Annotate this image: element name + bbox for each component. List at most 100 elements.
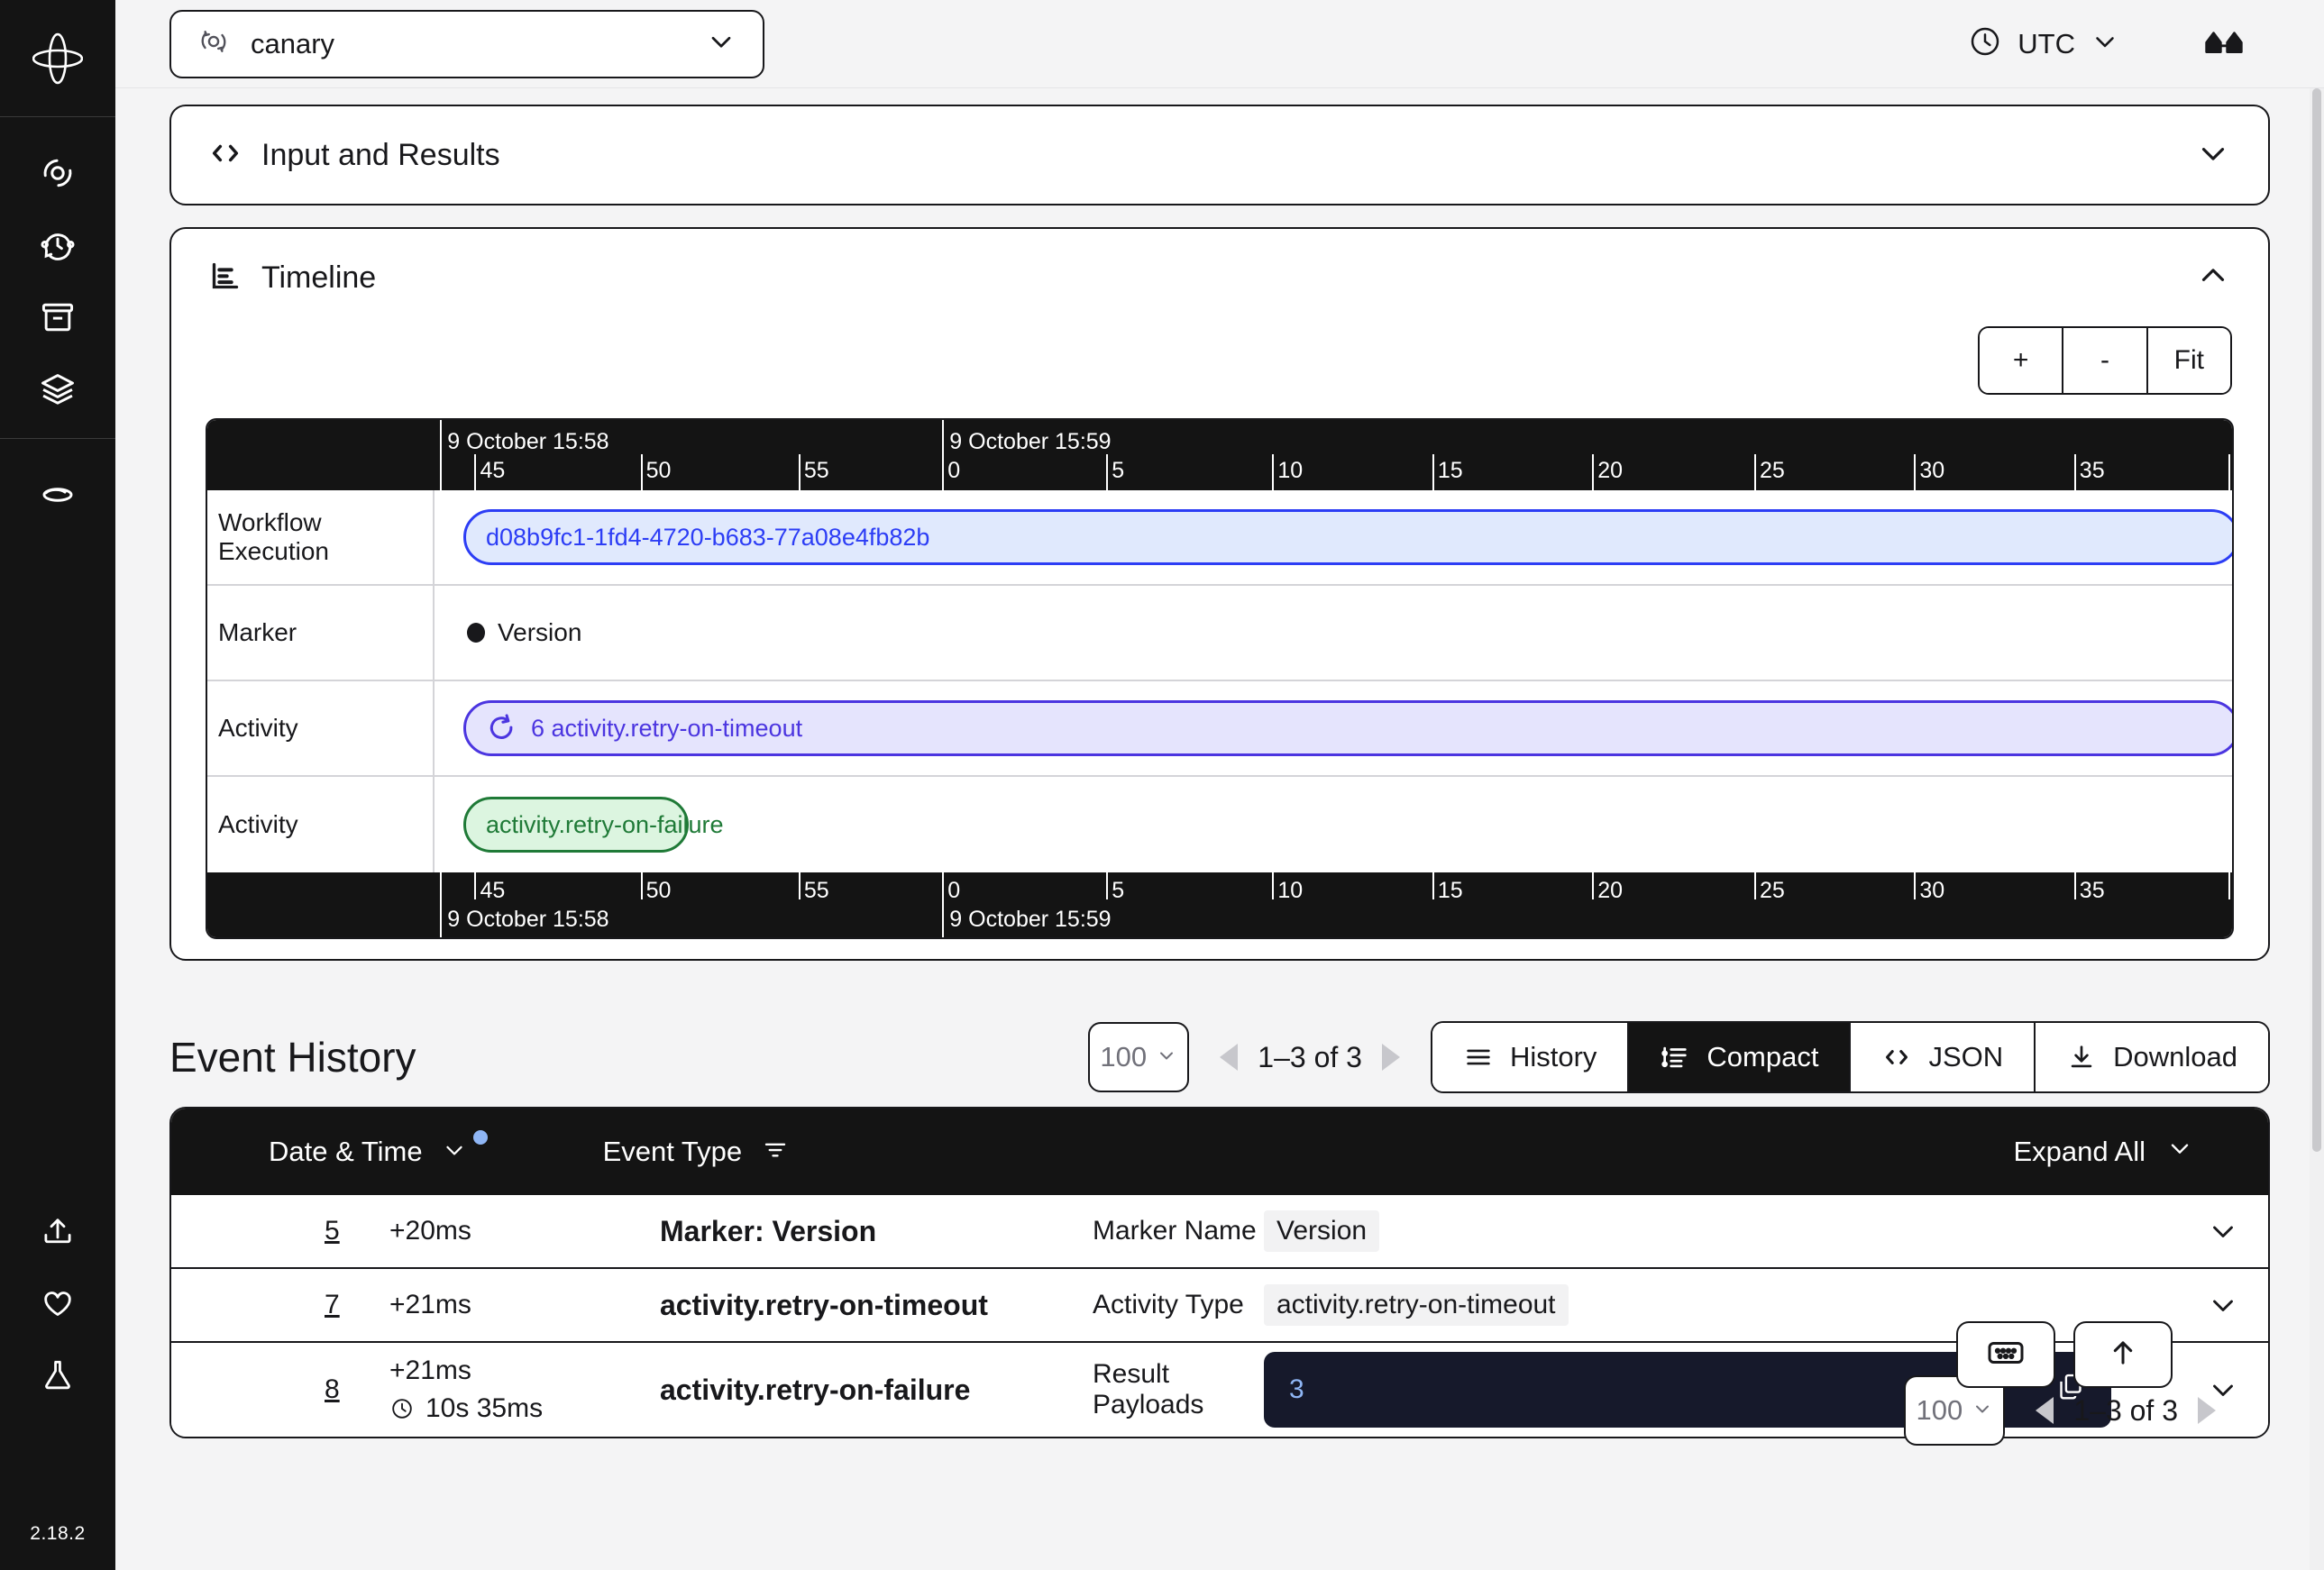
namespace-value: canary bbox=[251, 28, 705, 60]
event-relative-time: +21ms bbox=[389, 1290, 660, 1320]
column-header-date-time[interactable]: Date & Time bbox=[269, 1136, 468, 1168]
heart-icon bbox=[39, 1284, 77, 1322]
chevron-up-icon[interactable] bbox=[2194, 257, 2232, 299]
timeline-ruler-bottom: 9 October 15:589 October 15:594550550510… bbox=[207, 872, 2232, 937]
timeline-tick-label: 15 bbox=[1432, 458, 1463, 484]
expand-all-button[interactable]: Expand All bbox=[2014, 1134, 2195, 1170]
timeline-tick-label: 10 bbox=[1272, 878, 1303, 904]
table-header: Date & Time Event Type Expand All bbox=[171, 1109, 2268, 1195]
event-history-section: Event History 100 1–3 of 3 HistoryCompac… bbox=[169, 1008, 2270, 1438]
tab-label: Download bbox=[2113, 1041, 2237, 1073]
timeline-tick-label: 20 bbox=[1592, 458, 1623, 484]
tab-compact[interactable]: Compact bbox=[1627, 1023, 1849, 1091]
nav-secondary-group bbox=[0, 459, 115, 531]
keyboard-shortcuts-button[interactable] bbox=[1956, 1321, 2055, 1388]
column-header-event-type[interactable]: Event Type bbox=[603, 1136, 790, 1168]
zoom-in-button[interactable]: + bbox=[1980, 328, 2062, 393]
timeline-tick-label: 40 bbox=[2228, 878, 2235, 904]
expand-all-label: Expand All bbox=[2014, 1136, 2146, 1168]
clock-icon bbox=[1967, 23, 2003, 64]
timeline-tick-label: 5 bbox=[1106, 458, 1124, 484]
chevron-down-icon bbox=[705, 25, 737, 62]
download-icon bbox=[2066, 1042, 2097, 1073]
chevron-down-icon[interactable] bbox=[2194, 134, 2232, 177]
timeline-row: Activity6 activity.retry-on-timeout bbox=[207, 681, 2232, 777]
input-and-results-panel[interactable]: Input and Results bbox=[169, 105, 2270, 205]
timeline-tick-label: 55 bbox=[799, 878, 829, 904]
tab-download[interactable]: Download bbox=[2034, 1023, 2268, 1091]
sidebar-item-batch-operations[interactable] bbox=[0, 353, 115, 425]
row-expand-chevron-icon[interactable] bbox=[2178, 1214, 2268, 1248]
nav-primary-group bbox=[0, 137, 115, 425]
timeline-bar[interactable]: 6 activity.retry-on-timeout bbox=[463, 700, 2234, 756]
timeline-marker[interactable]: Version bbox=[467, 618, 581, 647]
event-duration: 10s 35ms bbox=[389, 1393, 660, 1424]
import-upload-icon bbox=[39, 1212, 77, 1250]
pagination-next-button[interactable] bbox=[1382, 1044, 1400, 1071]
sidebar-item-schedules[interactable] bbox=[0, 209, 115, 281]
timeline-header[interactable]: Timeline bbox=[171, 229, 2268, 326]
timeline-bar[interactable]: activity.retry-on-failure bbox=[463, 797, 689, 853]
namespace-select[interactable]: canary bbox=[169, 10, 764, 78]
tab-json[interactable]: JSON bbox=[1849, 1023, 2034, 1091]
timeline-bar-label: d08b9fc1-1fd4-4720-b683-77a08e4fb82b bbox=[486, 524, 929, 552]
tab-history[interactable]: History bbox=[1432, 1023, 1627, 1091]
event-relative-time: +20ms bbox=[389, 1216, 660, 1246]
scrollbar-track[interactable] bbox=[2310, 88, 2324, 1570]
timeline-tick-label: 15 bbox=[1432, 878, 1463, 904]
glasses-icon[interactable] bbox=[2203, 25, 2245, 66]
timeline-row-label: Activity bbox=[207, 777, 435, 872]
event-id-link[interactable]: 8 bbox=[325, 1374, 389, 1405]
timeline-tick-label: 20 bbox=[1592, 878, 1623, 904]
timeline-bar[interactable]: d08b9fc1-1fd4-4720-b683-77a08e4fb82b bbox=[463, 509, 2234, 565]
event-time-cell: +20ms bbox=[389, 1216, 660, 1246]
input-and-results-title: Input and Results bbox=[261, 138, 2194, 173]
bottom-pagination-next-button[interactable] bbox=[2198, 1397, 2216, 1424]
sidebar-item-labs[interactable] bbox=[0, 1339, 115, 1411]
bottom-pagination-prev-button[interactable] bbox=[2036, 1397, 2054, 1424]
timeline-tick-label: 0 bbox=[942, 458, 960, 484]
event-attribute-label: Marker Name bbox=[1093, 1216, 1264, 1246]
archive-box-icon bbox=[38, 297, 78, 337]
event-id-link[interactable]: 5 bbox=[325, 1216, 389, 1246]
timezone-picker[interactable]: UTC bbox=[1967, 23, 2120, 64]
main-content: Input and Results Timeline bbox=[115, 88, 2324, 1570]
pagination: 1–3 of 3 bbox=[1220, 1041, 1400, 1074]
timeline-tick-label: 50 bbox=[641, 458, 672, 484]
scroll-to-top-button[interactable] bbox=[2073, 1321, 2173, 1388]
sidebar-item-import[interactable] bbox=[0, 1195, 115, 1267]
row-expand-chevron-icon[interactable] bbox=[2178, 1288, 2268, 1322]
zoom-fit-button[interactable]: Fit bbox=[2146, 328, 2230, 393]
sidebar-item-workflows[interactable] bbox=[0, 137, 115, 209]
temporal-logo-icon[interactable] bbox=[32, 32, 83, 89]
timeline-tick-label: 0 bbox=[942, 878, 960, 904]
timeline-tick-label: 50 bbox=[641, 878, 672, 904]
sidebar-item-nexus[interactable] bbox=[0, 459, 115, 531]
timeline-row-track: activity.retry-on-failure bbox=[435, 777, 2232, 872]
nexus-icon bbox=[38, 475, 78, 515]
pagination-prev-button[interactable] bbox=[1220, 1044, 1238, 1071]
batch-layers-icon bbox=[38, 370, 78, 409]
view-toggle-group: HistoryCompactJSON Download bbox=[1431, 1021, 2270, 1093]
timeline-row-label: Workflow Execution bbox=[207, 490, 435, 584]
namespace-icon bbox=[197, 24, 231, 63]
event-attribute-label: Activity Type bbox=[1093, 1290, 1264, 1320]
sidebar-item-archive[interactable] bbox=[0, 281, 115, 353]
timeline-ruler-top: 9 October 15:589 October 15:594550550510… bbox=[207, 420, 2232, 490]
event-duration-text: 10s 35ms bbox=[425, 1393, 543, 1424]
column-header-event-type-label: Event Type bbox=[603, 1136, 743, 1168]
top-bar: canary UTC bbox=[115, 0, 2324, 88]
table-row[interactable]: 5+20msMarker: VersionMarker NameVersion bbox=[171, 1195, 2268, 1269]
timeline-row: MarkerVersion bbox=[207, 586, 2232, 681]
chevron-down-icon bbox=[1156, 1041, 1177, 1073]
table-row[interactable]: 7+21msactivity.retry-on-timeoutActivity … bbox=[171, 1269, 2268, 1343]
zoom-out-button[interactable]: - bbox=[2062, 328, 2146, 393]
sidebar-item-feedback[interactable] bbox=[0, 1267, 115, 1339]
timeline-chart[interactable]: 9 October 15:589 October 15:594550550510… bbox=[206, 418, 2234, 939]
timeline-rows: Workflow Execution d08b9fc1-1fd4-4720-b68… bbox=[207, 490, 2232, 872]
event-id-link[interactable]: 7 bbox=[325, 1290, 389, 1320]
scrollbar-thumb[interactable] bbox=[2312, 88, 2321, 1152]
page-size-select[interactable]: 100 bbox=[1088, 1022, 1189, 1092]
timeline-tick-label: 5 bbox=[1106, 878, 1124, 904]
nav-divider bbox=[0, 116, 115, 117]
